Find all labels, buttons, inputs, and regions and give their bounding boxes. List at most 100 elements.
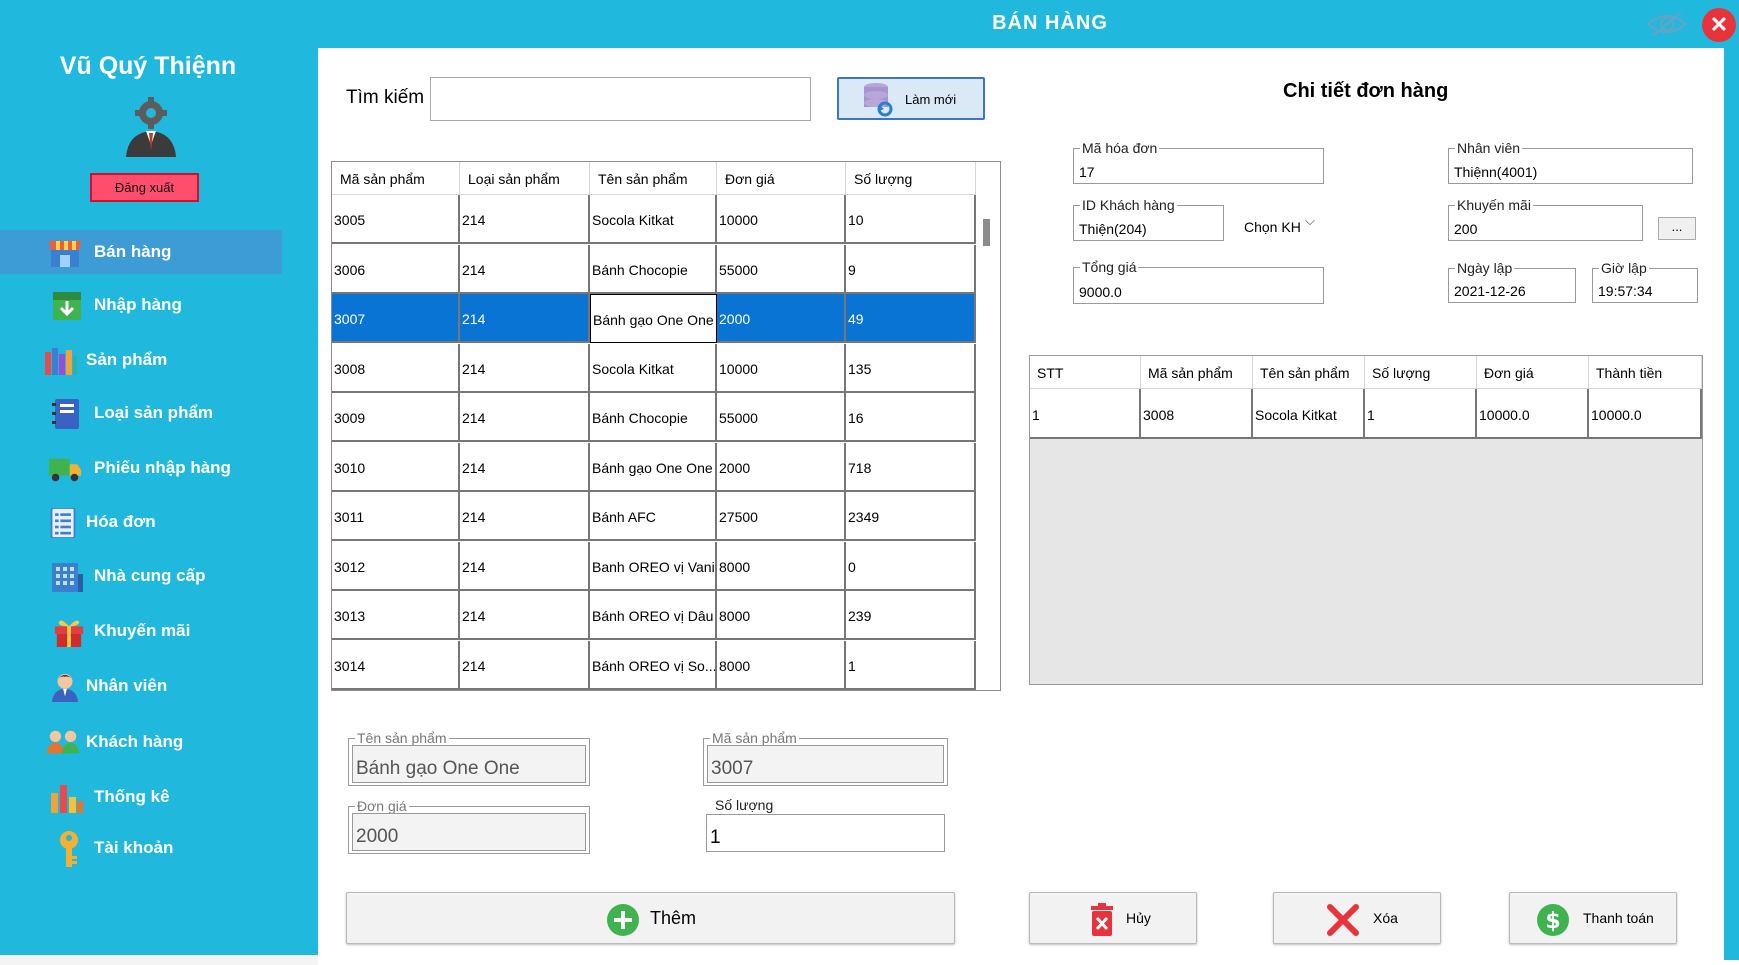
close-button[interactable]: ✕ — [1702, 8, 1736, 42]
sidebar-item-tai-khoan[interactable]: Tài khoản — [0, 826, 282, 870]
column-header[interactable]: Tên sản phẩm — [1253, 356, 1365, 389]
table-cell: 214 — [460, 195, 590, 244]
total-price-label: Tổng giá — [1080, 259, 1139, 275]
column-header[interactable]: Thành tiền — [1589, 356, 1702, 389]
choose-customer-dropdown[interactable]: Chọn KH — [1239, 213, 1329, 239]
table-row[interactable]: 3013 214 Bánh OREO vị Dâu 8000 239 — [332, 591, 976, 640]
column-header[interactable]: Mã sản phẩm — [332, 162, 460, 195]
column-header[interactable]: Mã sản phẩm — [1141, 356, 1253, 389]
table-cell: 3014 — [332, 640, 460, 690]
red-x-icon — [1327, 904, 1359, 936]
svg-text:$: $ — [1545, 909, 1560, 934]
table-cell: 8000 — [717, 640, 846, 690]
table-cell: 0 — [846, 541, 976, 591]
quantity-input[interactable]: 1 — [706, 814, 945, 852]
pay-button[interactable]: $ Thanh toán — [1509, 892, 1677, 944]
total-price-field: Tổng giá 9000.0 — [1073, 259, 1324, 304]
column-header[interactable]: Loại sản phẩm — [460, 162, 590, 195]
chevron-down-icon[interactable]: ⌵ — [1305, 213, 1315, 229]
table-row[interactable]: 3005 214 Socola Kitkat 10000 10 — [332, 195, 976, 244]
sidebar-item-label: Khách hàng — [86, 732, 184, 751]
search-input[interactable] — [430, 77, 811, 121]
table-cell: 10 — [846, 195, 976, 244]
order-items-table[interactable]: STT Mã sản phẩm Tên sản phẩm Số lượng Đơ… — [1029, 355, 1703, 685]
column-header[interactable]: Đơn giá — [1477, 356, 1589, 389]
building-icon — [52, 563, 83, 592]
sidebar-item-nha-cung-cap[interactable]: Nhà cung cấp — [0, 554, 282, 598]
logout-button[interactable]: Đăng xuất — [90, 173, 199, 202]
unit-price-label: Đơn giá — [355, 798, 409, 814]
table-cell: 1 — [846, 640, 976, 690]
column-header[interactable]: Đơn giá — [717, 162, 846, 195]
table-cell: 214 — [460, 343, 590, 393]
product-name-value: Bánh gạo One One — [356, 758, 520, 779]
table-row[interactable]: 3010 214 Bánh gạo One One 2000 718 — [332, 442, 976, 492]
table-cell: 27500 — [717, 492, 846, 541]
sidebar-item-label: Nhập hàng — [94, 295, 182, 314]
table-cell: 49 — [846, 294, 976, 343]
product-code-box: 3007 — [707, 745, 944, 783]
products-table[interactable]: Mã sản phẩm Loại sản phẩm Tên sản phẩm Đ… — [331, 161, 1001, 691]
table-row[interactable]: 3006 214 Bánh Chocopie 55000 9 — [332, 244, 976, 294]
table-row[interactable]: 3009 214 Bánh Chocopie 55000 16 — [332, 393, 976, 442]
sidebar-item-san-pham[interactable]: Sản phẩm — [0, 338, 282, 382]
table-cell: 135 — [846, 343, 976, 393]
sidebar-item-label: Bán hàng — [94, 242, 172, 261]
table-row[interactable]: 3007 214 Bánh gạo One One 2000 49 — [332, 294, 976, 343]
cancel-label: Hủy — [1126, 910, 1151, 926]
cancel-button[interactable]: Hủy — [1029, 892, 1197, 944]
delete-label: Xóa — [1373, 910, 1398, 926]
column-header[interactable]: Tên sản phẩm — [590, 162, 717, 195]
quantity-field[interactable]: Số lượng 1 — [703, 797, 948, 854]
sidebar-item-ban-hang[interactable]: Bán hàng — [0, 230, 282, 274]
total-price-value: 9000.0 — [1079, 284, 1122, 300]
table-row[interactable]: 3012 214 Banh OREO vị Vani 8000 0 — [332, 541, 976, 591]
sidebar-item-thong-ke[interactable]: Thống kê — [0, 775, 282, 819]
column-header[interactable]: Số lượng — [1365, 356, 1477, 389]
promotion-label: Khuyến mãi — [1455, 197, 1533, 213]
notebook-icon — [52, 399, 79, 429]
unit-price-field: Đơn giá 2000 — [348, 798, 590, 854]
quantity-value: 1 — [710, 827, 721, 848]
pay-label: Thanh toán — [1583, 910, 1654, 926]
table-cell: 9 — [846, 244, 976, 294]
delete-button[interactable]: Xóa — [1273, 892, 1441, 944]
table-cell: 3007 — [332, 294, 460, 343]
customer-id-value: Thiện(204) — [1079, 221, 1147, 237]
table-row[interactable]: 3011 214 Bánh AFC 27500 2349 — [332, 492, 976, 541]
product-name-box: Bánh gạo One One — [352, 745, 586, 783]
quantity-label: Số lượng — [713, 797, 776, 813]
eye-slash-icon[interactable] — [1645, 10, 1689, 38]
table-cell: 3010 — [332, 442, 460, 492]
sidebar-item-phieu-nhap-hang[interactable]: Phiếu nhập hàng — [0, 446, 282, 490]
table-row[interactable]: 3014 214 Bánh OREO vị So... 8000 1 — [332, 640, 976, 690]
gift-icon — [54, 620, 84, 647]
column-header[interactable]: STT — [1030, 356, 1141, 389]
sidebar-item-label: Thống kê — [94, 787, 170, 806]
sidebar-item-nhap-hang[interactable]: Nhập hàng — [0, 283, 282, 327]
choose-promotion-button[interactable]: ... — [1658, 217, 1696, 240]
table-cell: Bánh OREO vị So... — [590, 640, 717, 690]
order-detail-title: Chi tiết đơn hàng — [1283, 80, 1449, 102]
table-row[interactable]: 3008 214 Socola Kitkat 10000 135 — [332, 343, 976, 393]
add-button[interactable]: Thêm — [346, 892, 955, 944]
sidebar-item-loai-san-pham[interactable]: Loại sản phẩm — [0, 391, 282, 435]
sidebar-item-nhan-vien[interactable]: Nhân viên — [0, 664, 282, 708]
user-gear-avatar-icon — [126, 97, 176, 157]
table-cell: 2000 — [717, 442, 846, 492]
books-icon — [45, 348, 77, 375]
table-cell: 3008 — [332, 343, 460, 393]
table-cell: 214 — [460, 492, 590, 541]
unit-price-box: 2000 — [352, 813, 586, 851]
table-cell: 718 — [846, 442, 976, 492]
sidebar-item-label: Khuyến mãi — [94, 621, 191, 640]
sidebar-item-khach-hang[interactable]: Khách hàng — [0, 720, 282, 764]
sidebar-item-hoa-don[interactable]: Hóa đơn — [0, 500, 282, 544]
invoice-id-value: 17 — [1079, 164, 1095, 180]
table-row[interactable]: 1 3008 Socola Kitkat 1 10000.0 10000.0 — [1030, 389, 1702, 439]
product-code-field: Mã sản phẩm 3007 — [703, 730, 948, 786]
column-header[interactable]: Số lượng — [846, 162, 976, 195]
table-scrollbar[interactable] — [983, 219, 990, 246]
table-cell: Bánh gạo One One — [590, 442, 717, 492]
sidebar-item-khuyen-mai[interactable]: Khuyến mãi — [0, 609, 282, 653]
